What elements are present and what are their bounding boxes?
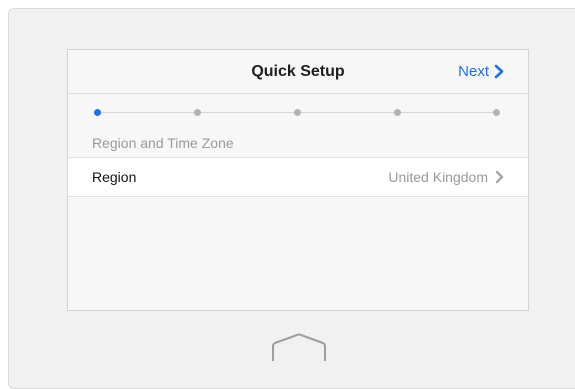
next-label: Next <box>458 63 489 80</box>
home-button[interactable] <box>271 333 327 363</box>
region-label: Region <box>92 169 137 185</box>
region-value: United Kingdom <box>388 169 504 185</box>
setup-panel: Quick Setup Next Region and Time Zone Re… <box>67 49 529 311</box>
chevron-right-icon <box>495 170 504 184</box>
home-icon <box>272 333 326 361</box>
device-frame: Quick Setup Next Region and Time Zone Re… <box>8 8 575 389</box>
next-button[interactable]: Next <box>458 63 504 80</box>
step-dot-2 <box>194 109 201 116</box>
setup-header: Quick Setup Next <box>68 50 528 94</box>
current-step-label: Region and Time Zone <box>92 135 234 151</box>
step-dot-5 <box>493 109 500 116</box>
chevron-right-icon <box>494 64 504 79</box>
step-dot-1 <box>94 109 101 116</box>
region-value-text: United Kingdom <box>388 169 488 185</box>
progress-steps <box>94 107 500 119</box>
region-row[interactable]: Region United Kingdom <box>68 157 528 197</box>
step-dot-3 <box>294 109 301 116</box>
step-dot-4 <box>394 109 401 116</box>
